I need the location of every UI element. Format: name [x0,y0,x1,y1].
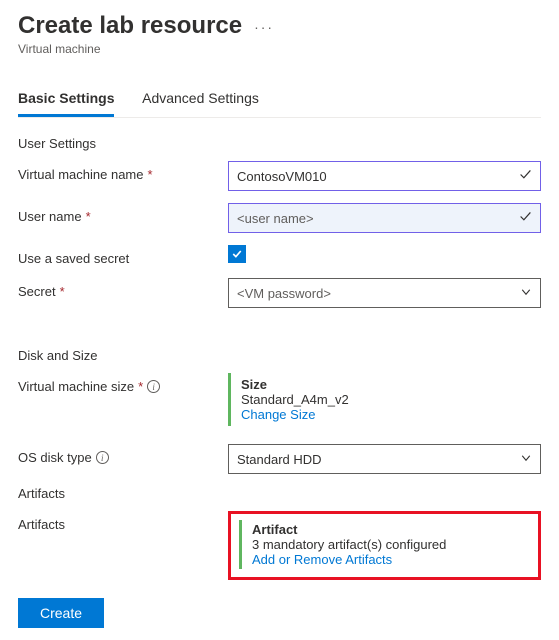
os-disk-value: Standard HDD [237,452,322,467]
tab-basic-settings[interactable]: Basic Settings [18,84,114,117]
vm-name-input[interactable]: ContosoVM010 [228,161,541,191]
info-icon[interactable]: i [147,380,160,393]
vm-size-value: Standard_A4m_v2 [241,392,541,407]
artifact-heading: Artifact [252,522,530,537]
tab-advanced-settings[interactable]: Advanced Settings [142,84,259,114]
tabs: Basic Settings Advanced Settings [18,84,541,118]
section-disk-size: Disk and Size [18,348,541,363]
check-icon [519,168,532,184]
add-remove-artifacts-link[interactable]: Add or Remove Artifacts [252,552,530,567]
chevron-down-icon [520,452,532,467]
check-icon [519,210,532,226]
page-title: Create lab resource [18,12,242,40]
change-size-link[interactable]: Change Size [241,407,541,422]
use-saved-secret-checkbox[interactable] [228,245,246,263]
secret-placeholder: <VM password> [237,286,331,301]
vm-size-heading: Size [241,377,541,392]
artifacts-label: Artifacts [18,517,65,532]
required-indicator: * [148,167,153,182]
required-indicator: * [138,379,143,394]
vm-size-block: Size Standard_A4m_v2 Change Size [228,373,541,426]
chevron-down-icon [520,286,532,301]
secret-dropdown[interactable]: <VM password> [228,278,541,308]
user-name-placeholder: <user name> [237,211,314,226]
more-icon[interactable]: ··· [254,19,274,35]
user-name-input[interactable]: <user name> [228,203,541,233]
user-name-label: User name [18,209,82,224]
artifact-summary: 3 mandatory artifact(s) configured [252,537,530,552]
page-subtitle: Virtual machine [18,42,541,56]
os-disk-label: OS disk type [18,450,92,465]
os-disk-dropdown[interactable]: Standard HDD [228,444,541,474]
use-saved-secret-label: Use a saved secret [18,251,129,266]
required-indicator: * [86,209,91,224]
required-indicator: * [60,284,65,299]
secret-label: Secret [18,284,56,299]
info-icon[interactable]: i [96,451,109,464]
create-button[interactable]: Create [18,598,104,628]
section-user-settings: User Settings [18,136,541,151]
artifacts-highlight-box: Artifact 3 mandatory artifact(s) configu… [228,511,541,580]
vm-name-value: ContosoVM010 [237,169,327,184]
vm-name-label: Virtual machine name [18,167,144,182]
section-artifacts: Artifacts [18,486,541,501]
vm-size-label: Virtual machine size [18,379,134,394]
artifacts-block: Artifact 3 mandatory artifact(s) configu… [239,520,530,569]
